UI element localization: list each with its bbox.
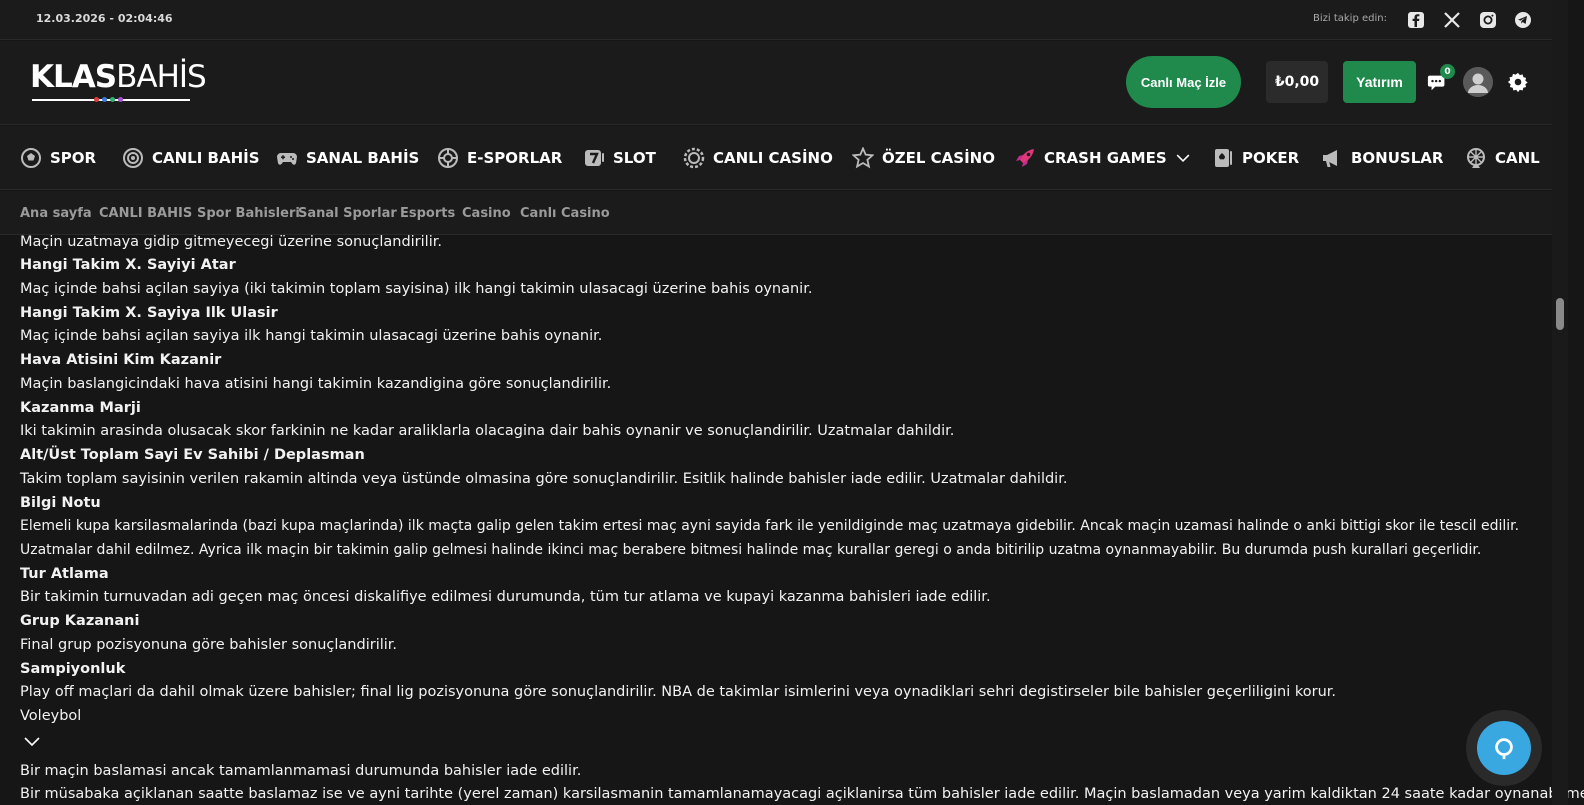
deposit-button[interactable]: Yatırım	[1343, 61, 1416, 103]
live-signal-icon	[123, 148, 143, 168]
chat-badge: 0	[1440, 64, 1455, 79]
logo-bold-text: KLAS	[30, 59, 117, 95]
nav-item-canli-bahis[interactable]: CANLI BAHİS	[122, 126, 260, 190]
gamepad-icon	[277, 153, 297, 165]
rule-text: Bir maçin baslamasi ancak tamamlanmamasi…	[20, 763, 582, 779]
main-nav: SPOR CANLI BAHİS SANAL BAHİS E-SPORLAR S…	[0, 126, 1568, 190]
nav-item-slot[interactable]: SLOT	[583, 126, 656, 190]
rule-heading: Hangi Takim X. Sayiyi Atar	[20, 257, 236, 273]
chevron-down-icon[interactable]	[24, 734, 40, 748]
nav-item-label: POKER	[1242, 149, 1300, 167]
nav-item-canli[interactable]: CANL	[1465, 126, 1540, 190]
rule-heading: Bilgi Notu	[20, 495, 101, 511]
megaphone-icon	[1323, 150, 1337, 167]
rule-text: Takim toplam sayisinin verilen rakamin a…	[20, 471, 1068, 487]
star-icon	[852, 147, 874, 169]
subnav-link-sports-betting[interactable]: Spor Bahisleri	[197, 206, 300, 221]
facebook-icon[interactable]	[1407, 11, 1425, 29]
playing-card-icon	[1215, 149, 1232, 167]
nav-item-sanal-bahis[interactable]: SANAL BAHİS	[276, 126, 419, 190]
subnav-link-esports[interactable]: Esports	[400, 206, 455, 221]
instagram-icon[interactable]	[1479, 11, 1497, 29]
rule-text: Maç içinde bahsi açilan sayiya ilk hangi…	[20, 328, 603, 344]
soccer-ball-icon	[21, 148, 41, 168]
subnav-link-virtual-sports[interactable]: Sanal Sporlar	[298, 206, 397, 221]
nav-item-label: ÖZEL CASİNO	[882, 149, 995, 167]
section-title-voleybol[interactable]: Voleybol	[20, 708, 81, 724]
rule-text: Iki takimin arasinda olusacak skor farki…	[20, 423, 955, 439]
subnav-link-live-betting[interactable]: CANLI BAHIS	[99, 206, 192, 221]
subnav-link-casino[interactable]: Casino	[462, 206, 511, 221]
nav-item-label: E-SPORLAR	[467, 149, 563, 167]
chevron-down-icon	[1176, 154, 1190, 163]
nav-item-label: CRASH GAMES	[1044, 149, 1167, 167]
x-icon[interactable]	[1443, 11, 1461, 29]
rule-text: Maçin uzatmaya gidip gitmeyecegi üzerine…	[20, 234, 442, 250]
avatar[interactable]	[1463, 67, 1493, 97]
nav-item-spor[interactable]: SPOR	[20, 126, 96, 190]
watch-live-button[interactable]: Canlı Maç İzle	[1126, 56, 1241, 108]
rule-heading: Alt/Üst Toplam Sayi Ev Sahibi / Deplasma…	[20, 447, 365, 463]
nav-item-label: CANLI CASİNO	[713, 149, 833, 167]
site-logo[interactable]: KLASBAHİS	[30, 59, 207, 105]
gear-icon[interactable]	[1506, 70, 1530, 94]
nav-item-label: SANAL BAHİS	[306, 149, 420, 167]
nav-item-crash-games[interactable]: CRASH GAMES	[1014, 126, 1191, 190]
sub-nav: Ana sayfa CANLI BAHIS Spor Bahisleri San…	[0, 191, 1568, 235]
scrollbar-track[interactable]	[1552, 0, 1568, 805]
site-header: KLASBAHİS Canlı Maç İzle ₺0,00 Yatırım 0	[0, 41, 1568, 125]
rule-heading: Hangi Takim X. Sayiya Ilk Ulasir	[20, 305, 278, 321]
rule-text: Maç içinde bahsi açilan sayiya (iki taki…	[20, 281, 813, 297]
follow-us-label: Bizi takip edin:	[1313, 13, 1387, 24]
esports-icon	[438, 148, 458, 168]
rule-text: Maçin baslangicindaki hava atisini hangi…	[20, 376, 612, 392]
logo-dots	[94, 97, 123, 102]
rule-text: Bir müsabaka açiklanan saatte baslamaz i…	[20, 786, 1584, 802]
nav-item-label: SLOT	[613, 149, 656, 167]
rule-text: Bir takimin turnuvadan adi geçen maç önc…	[20, 589, 991, 605]
telegram-icon[interactable]	[1514, 11, 1532, 29]
nav-item-ozel-casino[interactable]: ÖZEL CASİNO	[852, 126, 995, 190]
nav-item-label: CANL	[1495, 149, 1540, 167]
subnav-link-home[interactable]: Ana sayfa	[20, 206, 92, 221]
logo-light-text: BAHİS	[116, 59, 207, 95]
live-chat-button[interactable]	[1477, 721, 1531, 775]
rule-text: Play off maçlari da dahil olmak üzere ba…	[20, 684, 1337, 700]
chat-bubble-icon	[1495, 738, 1513, 760]
casino-chip-icon	[683, 147, 705, 169]
rule-heading: Kazanma Marji	[20, 400, 141, 416]
current-datetime: 12.03.2026 - 02:04:46	[36, 12, 173, 25]
nav-item-label: BONUSLAR	[1351, 149, 1444, 167]
nav-item-canli-casino[interactable]: CANLI CASİNO	[683, 126, 833, 190]
nav-item-bonuslar[interactable]: BONUSLAR	[1321, 126, 1443, 190]
top-bar: 12.03.2026 - 02:04:46 Bizi takip edin:	[0, 0, 1568, 40]
rule-text: Uzatmalar dahil edilmez. Ayrica ilk maçi…	[20, 542, 1482, 558]
rocket-icon	[1016, 149, 1034, 167]
rule-text: Final grup pozisyonuna göre bahisler son…	[20, 637, 398, 653]
wheel-icon	[1467, 148, 1485, 168]
rule-heading: Grup Kazanani	[20, 613, 140, 629]
balance-display[interactable]: ₺0,00	[1266, 61, 1328, 103]
rule-heading: Hava Atisini Kim Kazanir	[20, 352, 222, 368]
rule-heading: Tur Atlama	[20, 566, 109, 582]
nav-item-e-sporlar[interactable]: E-SPORLAR	[437, 126, 562, 190]
slot-seven-icon	[585, 150, 604, 166]
nav-item-label: CANLI BAHİS	[152, 149, 260, 167]
nav-item-label: SPOR	[50, 149, 97, 167]
nav-item-poker[interactable]: POKER	[1212, 126, 1299, 190]
subnav-link-live-casino[interactable]: Canlı Casino	[520, 206, 610, 221]
rule-text: Elemeli kupa karsilasmalarinda (bazi kup…	[20, 518, 1520, 534]
rule-heading: Sampiyonluk	[20, 661, 126, 677]
scrollbar-thumb[interactable]	[1556, 298, 1564, 330]
